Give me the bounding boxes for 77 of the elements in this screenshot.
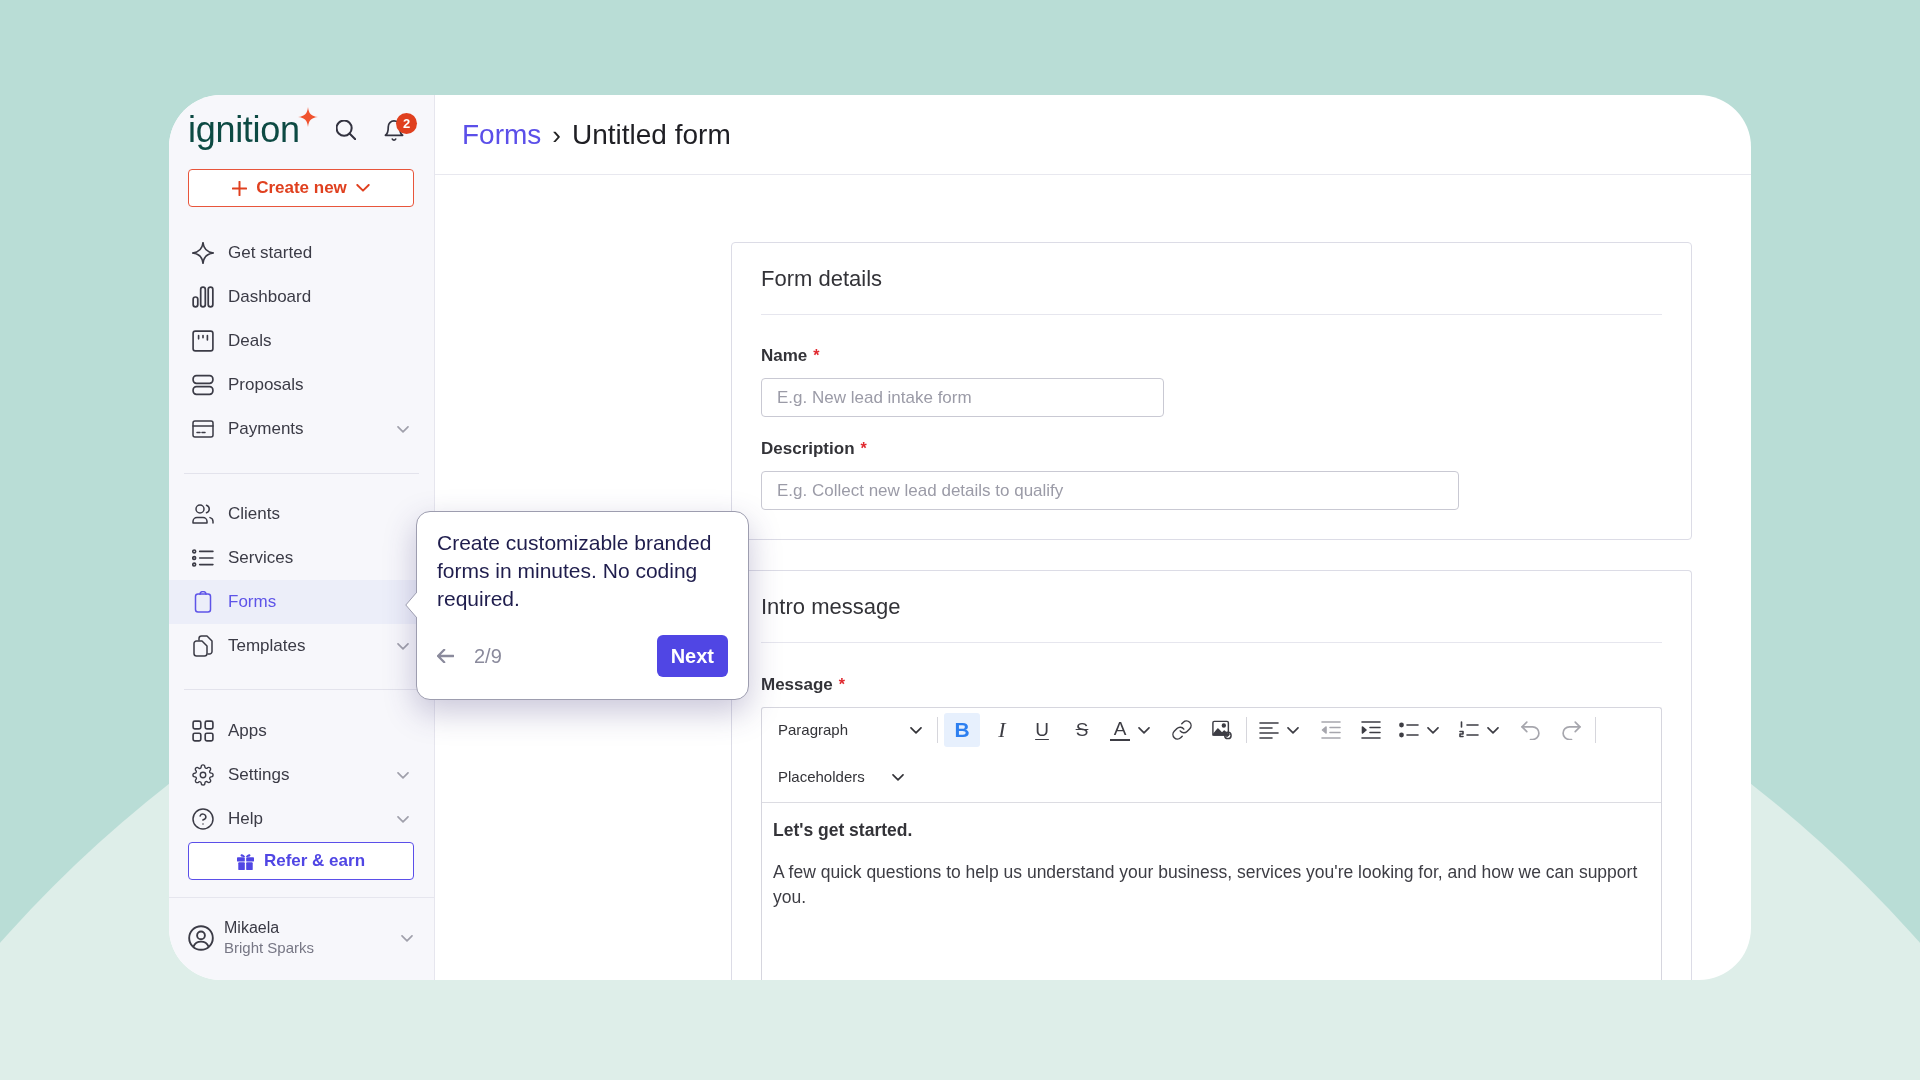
chevron-down-icon	[892, 773, 904, 781]
gift-icon	[236, 852, 254, 870]
indent-icon	[1361, 720, 1381, 740]
required-mark: *	[813, 346, 820, 366]
documents-icon	[192, 635, 214, 657]
link-icon	[1172, 720, 1192, 740]
text-input[interactable]: E.g. New lead intake form	[761, 378, 1164, 417]
tooltip-text: Create customizable branded forms in minutes. No coding required.	[437, 530, 713, 612]
nav-item[interactable]: Proposals	[169, 363, 434, 407]
avatar-icon	[188, 925, 214, 951]
credit-card-icon	[192, 418, 214, 440]
arrow-left-icon[interactable]	[437, 649, 454, 663]
logo-text: ignition	[188, 108, 300, 152]
bar-chart-icon	[192, 286, 214, 308]
chevron-down-icon	[1138, 726, 1150, 734]
underline-button[interactable]: U	[1024, 713, 1060, 747]
align-left-icon	[1259, 720, 1279, 740]
section-title: Intro message	[761, 594, 902, 620]
bell-icon[interactable]	[384, 119, 404, 141]
next-button[interactable]: Next	[656, 635, 728, 677]
page-title: Untitled form	[572, 117, 731, 152]
step-counter: 2/9	[474, 644, 502, 668]
redo-icon	[1561, 720, 1581, 740]
board-icon	[192, 330, 214, 352]
account-button[interactable]: Mikaela Bright Sparks	[169, 918, 434, 958]
required-mark: *	[838, 675, 846, 695]
plus-icon	[232, 180, 248, 196]
editor-heading: Let's get started.	[773, 819, 914, 842]
chevron-down-icon	[355, 184, 370, 192]
nav-item[interactable]: Clients	[169, 492, 434, 536]
image-icon	[1212, 720, 1232, 740]
settings-icon	[192, 764, 214, 786]
stacked-rows-icon	[192, 374, 214, 396]
notification-badge: 2	[396, 112, 417, 134]
nav-item[interactable]: Get started	[169, 231, 434, 275]
chevron-down-icon	[1487, 726, 1499, 734]
field-label: Description	[761, 438, 855, 460]
sparkle-icon	[298, 107, 318, 127]
clipboard-icon	[192, 591, 214, 613]
chevron-down-icon	[1427, 726, 1439, 734]
breadcrumb-separator: ›	[552, 118, 561, 152]
editor-paragraph: A few quick questions to help us understand your business, services you're looking for, and how we can support you.	[773, 861, 1639, 909]
list-icon	[192, 547, 214, 569]
undo-icon	[1521, 720, 1541, 740]
nav-item[interactable]: Services	[169, 536, 434, 580]
text-color-button[interactable]: A	[1104, 713, 1160, 747]
sparkle-icon	[192, 242, 214, 264]
text-input[interactable]: E.g. Collect new lead details to qualify	[761, 471, 1459, 510]
search-icon[interactable]	[336, 120, 356, 140]
nav-item[interactable]: Deals	[169, 319, 434, 363]
text-area[interactable]: Let's get started. A few quick questions to help us understand your business, services you're looking for, and how we can support you.	[762, 803, 1661, 980]
nav-item[interactable]: Apps	[169, 709, 434, 753]
chevron-down-icon	[401, 934, 413, 942]
format-dropdown[interactable]: Paragraph	[770, 713, 931, 747]
chevron-down-icon	[1287, 726, 1299, 734]
outdent-icon	[1321, 720, 1341, 740]
field-label: Name	[761, 345, 808, 367]
field-label: Message	[761, 674, 833, 696]
chevron-down-icon	[910, 726, 922, 734]
create-button[interactable]: Create new	[188, 169, 414, 207]
italic-button[interactable]: I	[984, 713, 1020, 747]
placeholders-dropdown[interactable]: Placeholders	[770, 760, 910, 794]
help-icon	[192, 808, 214, 830]
required-mark: *	[860, 439, 867, 459]
breadcrumb-link[interactable]: Forms	[462, 117, 542, 152]
users-icon	[192, 503, 214, 525]
nav-item[interactable]: Help	[169, 797, 434, 841]
bullet-list-icon	[1399, 720, 1419, 740]
grid-icon	[192, 720, 214, 742]
nav-item[interactable]: Templates	[169, 624, 434, 668]
nav-item[interactable]: Dashboard	[169, 275, 434, 319]
numbered-list-icon	[1459, 720, 1479, 740]
strikethrough-button[interactable]: S	[1064, 713, 1100, 747]
refer-button[interactable]: Refer & earn	[188, 842, 414, 880]
section-title: Form details	[761, 266, 884, 292]
nav-item[interactable]: Payments	[169, 407, 434, 451]
nav-item[interactable]: Settings	[169, 753, 434, 797]
